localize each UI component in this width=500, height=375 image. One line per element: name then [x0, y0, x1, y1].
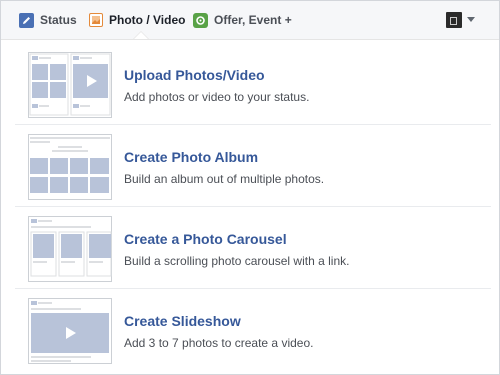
offer-icon [193, 12, 208, 28]
composer-panel: Status Photo / Video Offer, Event + Uplo… [0, 0, 500, 375]
tab-offer-event-label: Offer, Event + [214, 13, 292, 27]
option-upload-photos-video[interactable]: Upload Photos/Video Add photos or video … [15, 43, 491, 125]
option-title: Create Slideshow [124, 313, 241, 329]
option-create-photo-carousel[interactable]: Create a Photo Carousel Build a scrollin… [15, 207, 491, 289]
option-create-slideshow[interactable]: Create Slideshow Add 3 to 7 photos to cr… [15, 289, 491, 371]
option-title: Create a Photo Carousel [124, 231, 287, 247]
option-description: Add 3 to 7 photos to create a video. [124, 336, 314, 350]
tab-photo-video-label: Photo / Video [109, 13, 186, 27]
album-thumbnail-icon [28, 134, 112, 200]
option-description: Add photos or video to your status. [124, 90, 310, 104]
option-create-photo-album[interactable]: Create Photo Album Build an album out of… [15, 125, 491, 207]
option-title: Create Photo Album [124, 149, 259, 165]
page-avatar[interactable] [446, 12, 462, 28]
option-title: Upload Photos/Video [124, 67, 265, 83]
tab-status[interactable]: Status [19, 1, 77, 39]
tab-status-label: Status [40, 13, 77, 27]
option-description: Build a scrolling photo carousel with a … [124, 254, 350, 268]
carousel-thumbnail-icon [28, 216, 112, 282]
composer-tabs: Status Photo / Video Offer, Event + [1, 1, 499, 40]
tab-offer-event[interactable]: Offer, Event + [193, 1, 292, 39]
slideshow-thumbnail-icon [28, 298, 112, 364]
selected-tab-pointer-fill [134, 32, 148, 39]
chevron-down-icon[interactable] [467, 17, 475, 22]
option-description: Build an album out of multiple photos. [124, 172, 325, 186]
photo-icon [89, 13, 103, 27]
upload-thumbnail-icon [28, 52, 112, 118]
pencil-icon [19, 12, 34, 28]
